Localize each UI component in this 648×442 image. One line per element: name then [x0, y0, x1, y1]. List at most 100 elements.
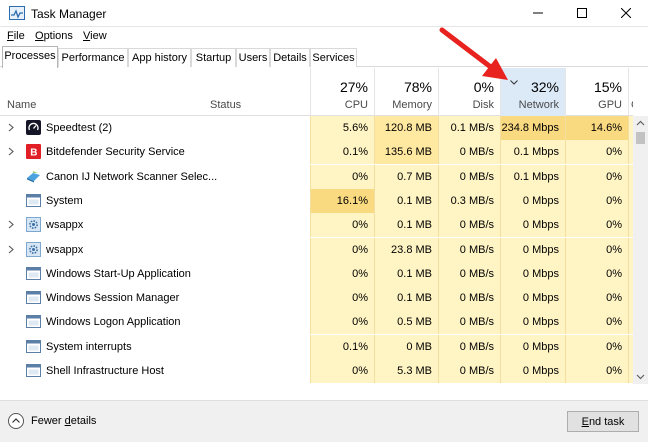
table-row[interactable]: Windows Session Manager 0% 0.1 MB 0 MB/s 0 M…: [0, 286, 633, 311]
table-row[interactable]: B Bitdefender Security Service 0.1% 135.6 M…: [0, 140, 633, 165]
column-header-gpu[interactable]: 15% GPU: [565, 68, 628, 116]
table-row[interactable]: Canon IJ Network Scanner Selec... 0% 0.7 M…: [0, 164, 633, 189]
cell-gpu: 0%: [565, 213, 628, 238]
table-row[interactable]: Windows Start-Up Application 0% 0.1 MB 0 MB…: [0, 261, 633, 286]
scrollbar-thumb[interactable]: [636, 132, 645, 144]
cell-gpu: 0%: [565, 237, 628, 262]
menu-options[interactable]: Options: [35, 30, 73, 42]
cell-cpu: 0%: [310, 261, 374, 286]
table-header: Name Status 27% CPU 78% Memory 0% Disk 3…: [0, 68, 633, 116]
tab-performance[interactable]: Performance: [58, 48, 128, 67]
cell-cpu: 5.6%: [310, 116, 374, 140]
expand-chevron-icon[interactable]: [8, 147, 14, 156]
cell-memory: 5.3 MB: [374, 359, 438, 383]
cell-cpu: 0%: [310, 286, 374, 311]
process-table: Name Status 27% CPU 78% Memory 0% Disk 3…: [0, 68, 633, 384]
cell-memory: 0.1 MB: [374, 213, 438, 238]
column-header-memory[interactable]: 78% Memory: [374, 68, 438, 116]
process-name: Windows Start-Up Application: [46, 267, 191, 280]
cell-cpu: 0.1%: [310, 334, 374, 359]
cell-disk: 0 MB/s: [438, 286, 500, 311]
process-name: Windows Logon Application: [46, 316, 181, 329]
tab-users[interactable]: Users: [236, 48, 270, 67]
cell-network: 0 Mbps: [500, 334, 565, 359]
scanner-icon: [26, 169, 41, 184]
cell-cpu: 16.1%: [310, 188, 374, 213]
table-row[interactable]: wsappx 0% 23.8 MB 0 MB/s 0 Mbps 0%: [0, 237, 633, 262]
close-button[interactable]: [604, 0, 648, 27]
cell-disk: 0 MB/s: [438, 164, 500, 189]
system-window-icon: [26, 339, 41, 354]
table-row[interactable]: System interrupts 0.1% 0 MB 0 MB/s 0 Mbps 0%: [0, 334, 633, 359]
cell-disk: 0 MB/s: [438, 237, 500, 262]
system-window-icon: [26, 266, 41, 281]
cell-network: 0 Mbps: [500, 286, 565, 311]
cell-gpu: 0%: [565, 140, 628, 165]
cell-memory: 23.8 MB: [374, 237, 438, 262]
cell-gpu: 0%: [565, 261, 628, 286]
tab-strip: Processes Performance App history Startu…: [0, 46, 648, 68]
maximize-icon: [577, 8, 587, 18]
column-header-name[interactable]: Name: [7, 99, 36, 111]
tab-services[interactable]: Services: [310, 48, 357, 67]
maximize-button[interactable]: [560, 0, 604, 27]
cell-memory: 0.5 MB: [374, 310, 438, 335]
menu-file[interactable]: File: [7, 30, 25, 42]
cell-disk: 0.1 MB/s: [438, 116, 500, 140]
scroll-up-icon[interactable]: [633, 116, 648, 131]
cell-gpu: 0%: [565, 164, 628, 189]
expand-chevron-icon[interactable]: [8, 245, 14, 254]
process-name: Bitdefender Security Service: [46, 146, 185, 159]
cell-disk: 0 MB/s: [438, 359, 500, 383]
vertical-scrollbar[interactable]: [633, 116, 648, 384]
cell-gpu: 0%: [565, 310, 628, 335]
title-bar: Task Manager: [0, 0, 648, 27]
cell-gpu: 14.6%: [565, 116, 628, 140]
table-row[interactable]: Shell Infrastructure Host 0% 5.3 MB 0 MB/s 0…: [0, 359, 633, 383]
window-title: Task Manager: [31, 7, 107, 21]
cell-memory: 0.1 MB: [374, 188, 438, 213]
table-row[interactable]: Speedtest (2) 5.6% 120.8 MB 0.1 MB/s 234.8 M…: [0, 116, 633, 140]
expand-chevron-icon[interactable]: [8, 220, 14, 229]
cell-network: 0 Mbps: [500, 213, 565, 238]
cell-cpu: 0.1%: [310, 140, 374, 165]
end-task-button[interactable]: End task: [567, 411, 639, 432]
tab-details[interactable]: Details: [270, 48, 310, 67]
minimize-button[interactable]: [516, 0, 560, 27]
tab-processes[interactable]: Processes: [2, 46, 58, 68]
table-row[interactable]: System 16.1% 0.1 MB 0.3 MB/s 0 Mbps 0%: [0, 188, 633, 213]
cell-cpu: 0%: [310, 359, 374, 383]
column-header-status[interactable]: Status: [210, 99, 241, 111]
fewer-details-link[interactable]: Fewer details: [31, 415, 96, 427]
tab-app-history[interactable]: App history: [128, 48, 191, 67]
table-row[interactable]: Windows Logon Application 0% 0.5 MB 0 MB/s 0…: [0, 310, 633, 335]
close-icon: [621, 8, 631, 18]
column-header-gpu-engine[interactable]: GP: [628, 68, 633, 116]
table-row[interactable]: wsappx 0% 0.1 MB 0 MB/s 0 Mbps 0%: [0, 213, 633, 238]
system-window-icon: [26, 314, 41, 329]
footer-bar: Fewer details End task: [0, 400, 648, 442]
process-name: wsappx: [46, 243, 84, 256]
cell-gpu: 0%: [565, 286, 628, 311]
cell-gpu: 0%: [565, 334, 628, 359]
cell-network: 0.1 Mbps: [500, 140, 565, 165]
column-header-cpu[interactable]: 27% CPU: [310, 68, 374, 116]
scroll-down-icon[interactable]: [633, 369, 648, 384]
tab-startup[interactable]: Startup: [191, 48, 236, 67]
cell-network: 234.8 Mbps: [500, 116, 565, 140]
cell-network: 0 Mbps: [500, 261, 565, 286]
menu-view[interactable]: View: [83, 30, 107, 42]
chevron-up-icon: [12, 418, 20, 423]
fewer-details-button[interactable]: [8, 413, 24, 429]
process-name: System: [46, 194, 83, 207]
cell-network: 0 Mbps: [500, 359, 565, 383]
cell-cpu: 0%: [310, 213, 374, 238]
cell-memory: 0.1 MB: [374, 286, 438, 311]
cell-memory: 135.6 MB: [374, 140, 438, 165]
svg-text:B: B: [30, 148, 37, 159]
cell-memory: 0.1 MB: [374, 261, 438, 286]
expand-chevron-icon[interactable]: [8, 123, 14, 132]
cell-gpu: 0%: [565, 188, 628, 213]
process-name: Speedtest (2): [46, 122, 113, 134]
menu-bar: File Options View: [0, 27, 648, 47]
